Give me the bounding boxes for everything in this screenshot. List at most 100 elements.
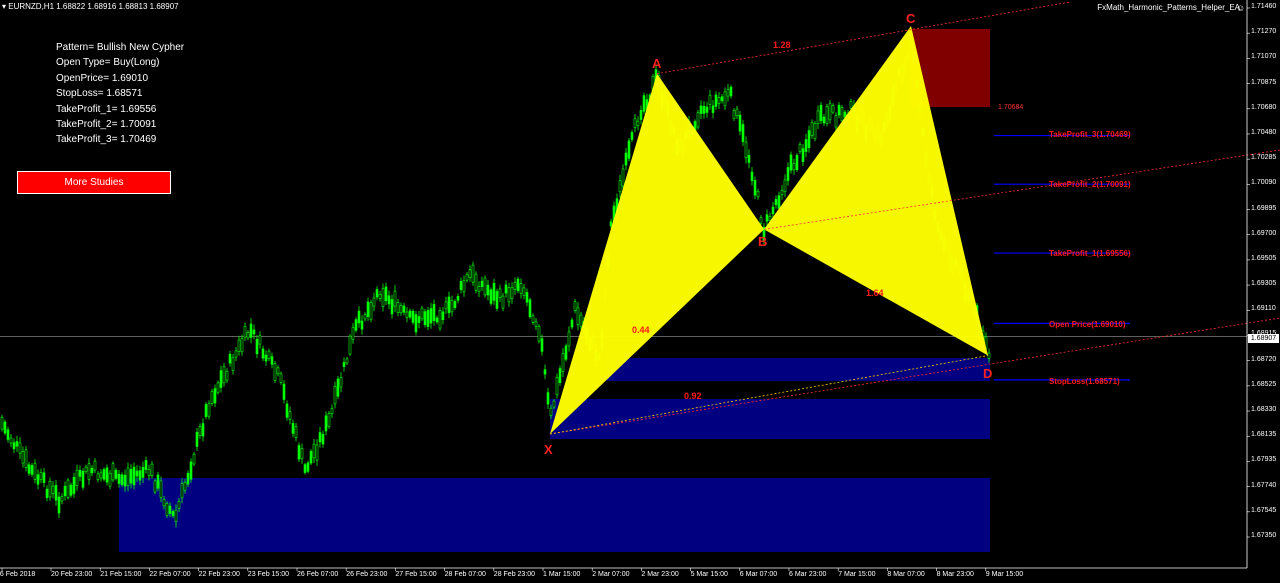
candle-body: [528, 299, 532, 318]
candle-body: [387, 295, 391, 305]
candle-body: [708, 94, 712, 105]
candle-body: [495, 291, 499, 309]
symbol-info: ▾ EURNZD,H1 1.68822 1.68916 1.68813 1.68…: [2, 2, 179, 11]
candle-body: [75, 469, 79, 486]
y-tick-label: 1.70480: [1251, 128, 1277, 136]
candle-body: [255, 338, 259, 355]
tp3-label: TakeProfit_3(1.70469): [1049, 130, 1131, 139]
candle-body: [0, 416, 4, 430]
candle-body: [18, 442, 22, 454]
candle-body: [132, 466, 136, 486]
candle-body: [276, 367, 280, 375]
candle-body: [90, 467, 94, 474]
candle-body: [189, 461, 193, 480]
candle-body: [462, 280, 466, 293]
candle-body: [753, 180, 757, 196]
more-studies-button[interactable]: More Studies: [17, 171, 171, 194]
candle-body: [717, 97, 721, 104]
candle-body: [519, 283, 523, 294]
candle-body: [747, 154, 751, 163]
candle-body: [117, 473, 121, 484]
candle-body: [414, 314, 418, 333]
candle-body: [771, 206, 775, 214]
x-tick-label: 5 Mar 15:00: [690, 571, 728, 578]
dropdown-arrow-icon[interactable]: ▾: [2, 2, 6, 11]
candle-body: [564, 345, 568, 360]
x-tick-label: 26 Feb 23:00: [346, 571, 388, 578]
candle-body: [60, 496, 64, 502]
candle-body: [807, 130, 811, 148]
candle-body: [177, 501, 181, 509]
candle-body: [441, 311, 445, 321]
candle-body: [309, 451, 313, 464]
candle-body: [318, 432, 322, 443]
ratio-label: 0.92: [684, 391, 702, 401]
candle-body: [195, 432, 199, 447]
candle-body: [186, 472, 190, 485]
candle-body: [474, 273, 478, 291]
candle-body: [201, 423, 205, 437]
y-tick-label: 1.69110: [1251, 305, 1276, 313]
x-tick-label: 8 Mar 07:00: [887, 571, 925, 578]
candle-body: [192, 453, 196, 465]
x-tick-label: 27 Feb 15:00: [395, 571, 437, 578]
candle-body: [621, 168, 625, 187]
candle-body: [561, 353, 565, 372]
candle-body: [234, 350, 238, 358]
candle-body: [816, 110, 820, 124]
candle-body: [84, 466, 88, 472]
y-tick-label: 1.67545: [1251, 506, 1277, 514]
candle-body: [402, 305, 406, 313]
candle-body: [795, 155, 799, 170]
candle-body: [219, 370, 223, 388]
info-take-profit-2: TakeProfit_2= 1.70091: [56, 119, 157, 131]
candle-body: [834, 115, 838, 128]
candle-body: [609, 221, 613, 227]
candle-body: [498, 288, 502, 299]
candle-body: [489, 289, 493, 304]
candle-body: [432, 304, 436, 321]
info-pattern: Pattern= Bullish New Cypher: [56, 42, 185, 53]
candle-body: [444, 301, 448, 310]
candle-body: [141, 466, 145, 478]
candle-body: [423, 311, 427, 326]
tp2-label: TakeProfit_2(1.70091): [1049, 180, 1131, 189]
x-tick-label: 20 Feb 23:00: [51, 571, 93, 578]
candle-body: [738, 114, 742, 132]
x-tick-label: 9 Mar 15:00: [985, 571, 1024, 578]
candle-body: [375, 289, 379, 298]
point-x-label: X: [544, 442, 553, 457]
candle-body: [153, 480, 157, 493]
info-stop-loss: StopLoss= 1.68571: [56, 88, 143, 100]
x-tick-label: 2 Mar 07:00: [592, 571, 630, 578]
price-chart[interactable]: [0, 0, 1280, 583]
candle-body: [567, 331, 571, 347]
y-tick-label: 1.68720: [1251, 355, 1277, 363]
candle-body: [363, 314, 367, 320]
y-tick-label: 1.68330: [1251, 406, 1277, 414]
candle-body: [360, 320, 364, 330]
candle-body: [306, 462, 310, 472]
candle-body: [426, 310, 430, 327]
candle-body: [825, 106, 829, 124]
y-tick-label: 1.68135: [1251, 431, 1277, 439]
candle-body: [384, 286, 388, 302]
x-tick-label: 28 Feb 07:00: [444, 571, 486, 578]
candle-body: [456, 296, 460, 301]
candle-body: [486, 284, 490, 296]
candle-body: [240, 338, 244, 353]
y-tick-label: 1.67740: [1251, 481, 1277, 489]
candle-body: [102, 469, 106, 480]
candle-body: [801, 148, 805, 162]
info-open-price: OpenPrice= 1.69010: [56, 72, 149, 84]
candle-body: [504, 284, 508, 294]
candle-body: [273, 363, 277, 381]
candle-body: [174, 509, 178, 523]
candle-body: [573, 301, 577, 311]
candle-body: [243, 326, 247, 338]
x-tick-label: 7 Mar 15:00: [838, 571, 876, 578]
candle-body: [744, 141, 748, 158]
candle-body: [408, 310, 412, 318]
candle-body: [78, 469, 82, 477]
candle-body: [72, 476, 76, 494]
